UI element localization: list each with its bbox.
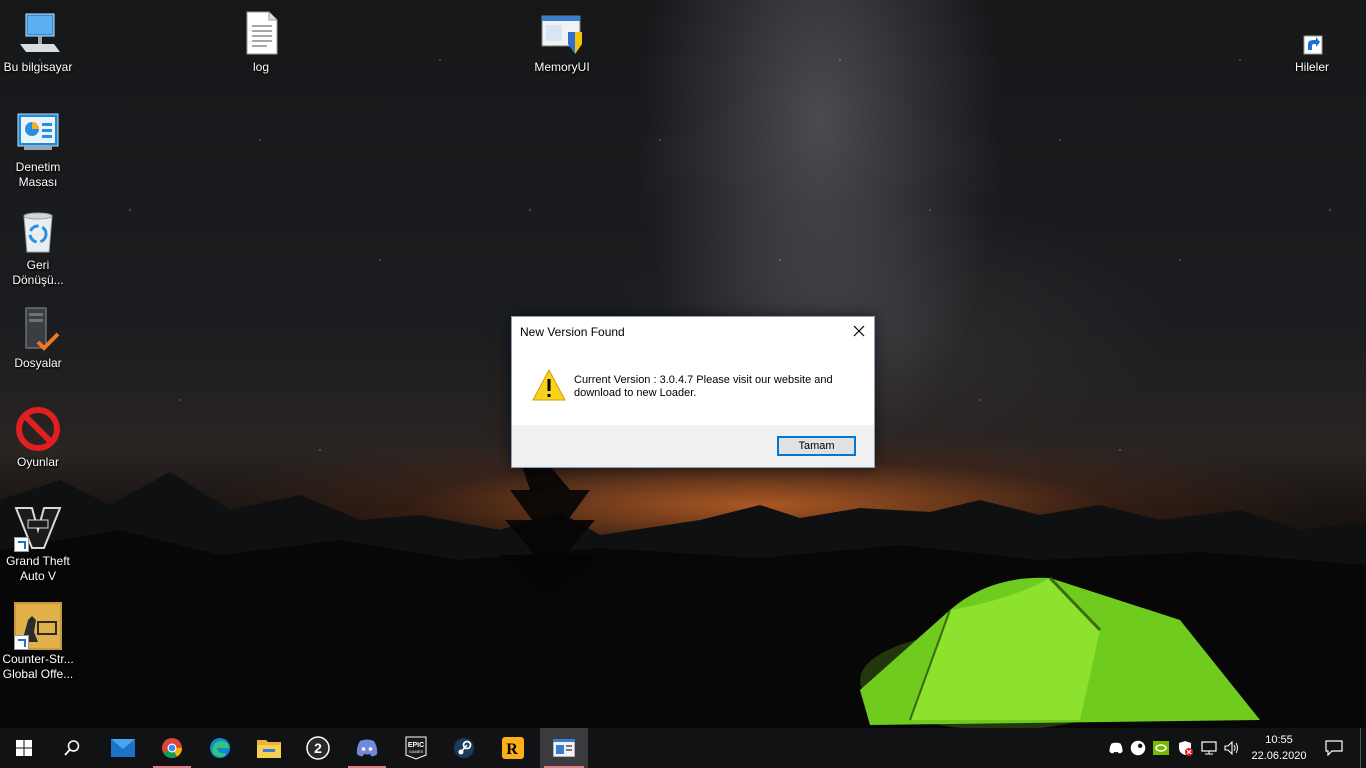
epic-games-text: EPIC (408, 742, 424, 749)
desktop-icon-label: Denetim Masası (15, 160, 61, 189)
clock-date: 22.06.2020 (1251, 750, 1307, 762)
app-window-icon (553, 739, 575, 757)
desktop-icon-dosyalar[interactable]: Dosyalar (0, 306, 76, 371)
csgo-icon (14, 602, 62, 650)
desktop-icon-recycle-bin[interactable]: Geri Dönüşü... (0, 208, 76, 288)
computer-icon (14, 10, 62, 58)
taskbar-file-explorer[interactable] (246, 728, 292, 768)
desktop-icon-label: Geri Dönüşü... (12, 258, 64, 287)
warning-icon (532, 369, 566, 401)
tray-security[interactable] (1174, 728, 1196, 768)
desktop-icon-label: Oyunlar (16, 455, 60, 469)
clock-time: 10:55 (1265, 734, 1293, 746)
edge-icon (210, 738, 230, 758)
dialog-body: Current Version : 3.0.4.7 Please visit o… (512, 347, 874, 425)
windows-start-icon (16, 740, 32, 756)
desktop-icon-control-panel[interactable]: Denetim Masası (0, 110, 76, 190)
shortcut-arrow-icon (14, 537, 29, 552)
desktop-icon-log[interactable]: log (223, 10, 299, 75)
desktop-icon-oyunlar[interactable]: Oyunlar (0, 405, 76, 470)
close-icon (853, 325, 865, 337)
desktop-icon-memoryui[interactable]: MemoryUI (524, 10, 600, 75)
prohibited-icon (14, 405, 62, 453)
steam-icon (454, 738, 474, 758)
control-panel-icon (14, 110, 62, 158)
taskbar-clock[interactable]: 10:55 22.06.2020 (1246, 732, 1312, 764)
desktop-icon-label: Grand Theft Auto V (6, 554, 70, 583)
app-window-icon (538, 10, 586, 58)
shield-warning-icon (1179, 741, 1193, 756)
desktop-icon-label: Dosyalar (14, 356, 62, 370)
notification-icon (1325, 740, 1343, 756)
epic-games-subtext: GAMES (409, 749, 424, 754)
desktop-icon-hileler[interactable]: Hileler (1274, 10, 1350, 75)
tray-volume[interactable] (1221, 728, 1243, 768)
taskbar: 2 EPIC GAMES R 10:55 22.06.2020 (0, 728, 1366, 768)
folder-icon (257, 740, 281, 758)
desktop-icon-label: Counter-Str... Global Offe... (2, 652, 74, 681)
steam-icon (1130, 740, 1146, 756)
taskbar-mail[interactable] (100, 728, 146, 768)
server-folder-icon (14, 306, 62, 354)
dialog-message: Current Version : 3.0.4.7 Please visit o… (574, 374, 833, 399)
dialog-footer: Tamam (512, 425, 874, 467)
taskbar-edge[interactable] (197, 728, 243, 768)
text-file-icon (237, 10, 285, 58)
chrome-icon (162, 738, 182, 758)
discord-icon (356, 739, 378, 757)
tray-discord[interactable] (1105, 728, 1127, 768)
dialog-close-button[interactable] (844, 317, 874, 345)
taskbar-memoryui[interactable] (540, 728, 588, 768)
epic-games-icon: EPIC GAMES (405, 736, 427, 760)
gta5-icon (14, 504, 62, 552)
search-icon (64, 740, 80, 756)
search-button[interactable] (49, 728, 95, 768)
shortcut-arrow-icon (14, 635, 29, 650)
desktop-icon-label: log (252, 60, 269, 74)
taskbar-app-2[interactable]: 2 (295, 728, 341, 768)
taskbar-steam[interactable] (441, 728, 487, 768)
speaker-icon (1224, 741, 1238, 755)
taskbar-rockstar[interactable]: R (490, 728, 536, 768)
desktop-icon-label: MemoryUI (534, 60, 590, 74)
desktop-icon-this-pc[interactable]: Bu bilgisayar (0, 10, 76, 75)
rockstar-glyph: R (506, 741, 518, 758)
desktop-icon-gta5[interactable]: Grand Theft Auto V (0, 504, 76, 584)
taskbar-discord[interactable] (344, 728, 390, 768)
taskbar-epic-games[interactable]: EPIC GAMES (393, 728, 439, 768)
taskbar-chrome[interactable] (149, 728, 195, 768)
desktop-icon-csgo[interactable]: Counter-Str... Global Offe... (0, 602, 76, 682)
action-center-button[interactable] (1316, 728, 1352, 768)
number-two-icon: 2 (306, 736, 330, 760)
ok-button[interactable]: Tamam (777, 436, 856, 456)
app-2-glyph: 2 (314, 740, 322, 756)
new-version-dialog: New Version Found Current Version : 3.0.… (511, 316, 875, 468)
network-icon (1201, 741, 1217, 755)
tray-nvidia[interactable] (1150, 728, 1172, 768)
mail-icon (111, 739, 135, 757)
shortcut-icon (1288, 10, 1336, 58)
rockstar-icon: R (502, 737, 524, 759)
dialog-title: New Version Found (520, 325, 625, 339)
wallpaper-tent (860, 576, 1260, 728)
desktop-icon-label: Bu bilgisayar (3, 60, 73, 74)
desktop-icon-label: Hileler (1294, 60, 1329, 74)
show-desktop-button[interactable] (1360, 728, 1361, 768)
tray-steam[interactable] (1127, 728, 1149, 768)
recycle-bin-icon (14, 208, 62, 256)
tray-network[interactable] (1198, 728, 1220, 768)
nvidia-icon (1153, 741, 1169, 755)
discord-icon (1109, 742, 1123, 754)
start-button[interactable] (1, 728, 47, 768)
